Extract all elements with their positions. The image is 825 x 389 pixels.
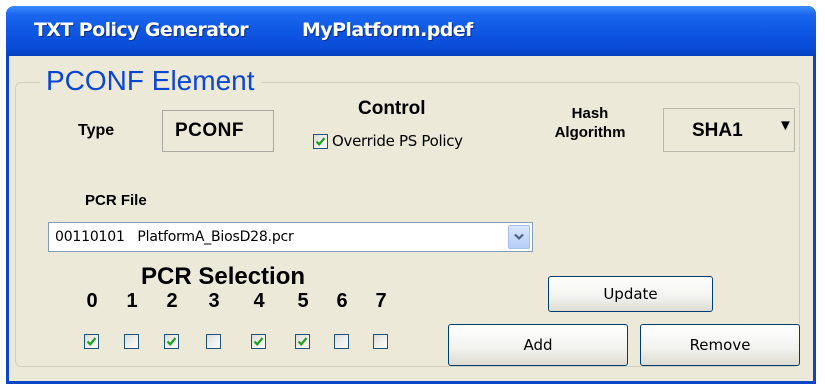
window-title-file: MyPlatform.pdef [302, 19, 473, 41]
checkmark-icon [166, 337, 177, 346]
pcr-checkbox-4[interactable] [251, 334, 266, 349]
hash-algorithm-value: SHA1 [692, 120, 743, 141]
pcr-file-label: PCR File [85, 192, 147, 209]
update-button[interactable]: Update [548, 276, 713, 312]
pcr-number-4: 4 [253, 290, 265, 312]
pcr-number-2: 2 [166, 290, 178, 312]
override-ps-policy-row[interactable]: Override PS Policy [313, 132, 463, 150]
pcr-checkbox-7[interactable] [373, 334, 388, 349]
group-title: PCONF Element [40, 64, 261, 98]
remove-button[interactable]: Remove [640, 324, 800, 366]
checkmark-icon [315, 136, 326, 146]
pcr-number-0: 0 [86, 290, 98, 312]
checkmark-icon [297, 337, 308, 346]
pcr-checkbox-6[interactable] [334, 334, 349, 349]
pcr-number-5: 5 [297, 290, 309, 312]
checkmark-icon [253, 337, 264, 346]
hash-algorithm-select[interactable]: SHA1 ▼ [663, 108, 795, 152]
pcr-selection-label: PCR Selection [141, 263, 306, 290]
type-label: Type [78, 122, 115, 139]
add-button[interactable]: Add [448, 324, 628, 366]
checkmark-icon [86, 337, 97, 346]
pcr-checkbox-1[interactable] [124, 334, 139, 349]
hash-label-line1: Hash [571, 105, 609, 122]
override-ps-policy-checkbox[interactable] [313, 133, 328, 149]
pcr-file-dropdown-button[interactable] [508, 225, 530, 249]
dropdown-arrow-icon[interactable]: ▼ [778, 117, 793, 134]
pcr-checkbox-0[interactable] [84, 334, 99, 349]
override-ps-policy-label: Override PS Policy [332, 132, 463, 150]
hash-algorithm-label: Hash Algorithm [545, 104, 635, 142]
pcr-file-value: 00110101 PlatformA_BiosD28.pcr [55, 229, 294, 245]
pcr-checkbox-3[interactable] [206, 334, 221, 349]
title-bar[interactable]: TXT Policy Generator MyPlatform.pdef [6, 6, 816, 56]
window-title-app: TXT Policy Generator [34, 19, 249, 41]
hash-label-line2: Algorithm [554, 124, 626, 141]
type-value-box: PCONF [162, 110, 274, 152]
pcr-file-select[interactable]: 00110101 PlatformA_BiosD28.pcr [48, 222, 533, 252]
pcr-checkbox-2[interactable] [164, 334, 179, 349]
chevron-down-icon [514, 233, 524, 241]
pcr-number-7: 7 [375, 290, 387, 312]
pcr-number-3: 3 [208, 290, 220, 312]
control-label: Control [358, 98, 426, 119]
pcr-number-1: 1 [126, 290, 138, 312]
pcr-number-6: 6 [336, 290, 348, 312]
pcr-checkbox-5[interactable] [295, 334, 310, 349]
